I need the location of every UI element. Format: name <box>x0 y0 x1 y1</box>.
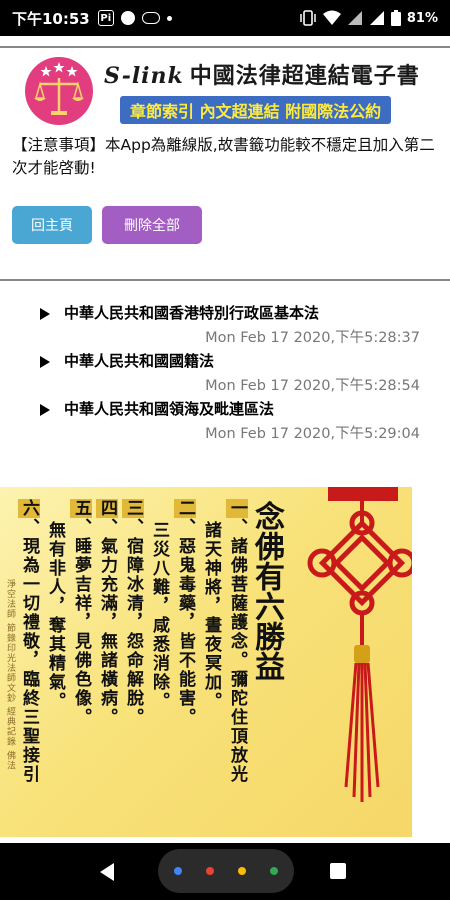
more-notifications-icon <box>166 15 172 21</box>
scales-of-justice-logo <box>25 57 93 125</box>
recent-apps-icon[interactable] <box>330 863 346 879</box>
scroll-line-number: 五 <box>70 499 92 518</box>
header-divider <box>0 46 450 48</box>
brand-title: 中國法律超連結電子書 <box>189 63 420 89</box>
vibrate-icon <box>300 10 316 26</box>
status-time: 下午10:53 <box>12 9 90 28</box>
home-pill[interactable] <box>158 849 294 893</box>
message-icon <box>141 12 160 24</box>
circle-notification-icon <box>120 11 135 25</box>
bullet-arrow-icon <box>40 404 50 416</box>
content-divider <box>0 279 450 281</box>
delete-all-button[interactable]: 刪除全部 <box>102 206 202 244</box>
bookmark-item[interactable]: 中華人民共和國國籍法 Mon Feb 17 2020,下午5:28:54 <box>0 348 450 396</box>
scroll-line: 五、睡夢吉祥，見佛色像。 <box>70 499 92 727</box>
scroll-line-number: 一 <box>226 499 248 518</box>
app-brand-title: S-link 中國法律超連結電子書 <box>104 58 420 90</box>
scroll-line: 二、惡鬼毒藥，皆不能害。 <box>174 499 196 727</box>
bookmark-title[interactable]: 中華人民共和國國籍法 <box>64 350 214 371</box>
scroll-line: 三災八難，咸悉消除。 <box>148 521 170 711</box>
bookmark-title[interactable]: 中華人民共和國領海及毗連區法 <box>64 398 274 419</box>
scroll-line-text: 、睡夢吉祥，見佛色像。 <box>71 518 91 727</box>
bookmark-item[interactable]: 中華人民共和國香港特別行政區基本法 Mon Feb 17 2020,下午5:28… <box>0 300 450 348</box>
assistant-yellow-dot-icon <box>238 867 246 875</box>
brand-prefix: S-link <box>104 63 184 89</box>
bookmark-timestamp: Mon Feb 17 2020,下午5:28:54 <box>205 378 420 394</box>
bookmark-timestamp: Mon Feb 17 2020,下午5:29:04 <box>205 426 420 442</box>
status-bar: 下午10:53 Pi 81% <box>0 0 450 36</box>
bookmark-item[interactable]: 中華人民共和國領海及毗連區法 Mon Feb 17 2020,下午5:29:04 <box>0 396 450 444</box>
system-nav-bar <box>0 843 450 900</box>
scroll-line-number: 四 <box>96 499 118 518</box>
scroll-line: 一、諸佛菩薩護念。彌陀住頂放光 <box>226 499 248 784</box>
scroll-line: 諸天神將，晝夜冥加。 <box>200 521 222 711</box>
scroll-line: 四、氣力充滿，無諸橫病。 <box>96 499 118 727</box>
signal-2-icon <box>369 11 384 25</box>
app-banner: S-link 中國法律超連結電子書 章節索引 內文超連結 附國際法公約 <box>8 52 442 128</box>
scroll-line: 三、宿障冰清，怨命解脫。 <box>122 499 144 727</box>
scroll-line-number: 三 <box>122 499 144 518</box>
scroll-line: 六、現為一切禮敬，臨終三聖接引 <box>18 499 40 784</box>
scroll-line-text: 、宿障冰清，怨命解脫。 <box>123 518 143 727</box>
notice-text: 【注意事項】本App為離線版,故書籤功能較不穩定且加入第二次才能啓動! <box>12 136 435 177</box>
scroll-line: 無有非人，奪其精氣。 <box>44 521 66 711</box>
bookmark-timestamp: Mon Feb 17 2020,下午5:28:37 <box>205 330 420 346</box>
scroll-line-text: 無有非人，奪其精氣。 <box>45 521 65 711</box>
buddhist-scroll-image: 念佛有六勝益 一、諸佛菩薩護念。彌陀住頂放光 諸天神將，晝夜冥加。 二、惡鬼毒藥… <box>0 487 412 837</box>
bookmark-title[interactable]: 中華人民共和國香港特別行政區基本法 <box>64 302 319 323</box>
scroll-line-text: 、諸佛菩薩護念。彌陀住頂放光 <box>227 518 247 784</box>
bullet-arrow-icon <box>40 308 50 320</box>
assistant-blue-dot-icon <box>174 867 182 875</box>
wifi-icon <box>322 10 341 25</box>
scroll-title: 念佛有六勝益 <box>249 501 284 681</box>
scroll-line-text: 諸天神將，晝夜冥加。 <box>201 521 221 711</box>
battery-percent: 81% <box>406 10 438 26</box>
battery-icon <box>390 10 401 26</box>
assistant-red-dot-icon <box>206 867 214 875</box>
assistant-green-dot-icon <box>270 867 278 875</box>
scroll-line-number: 六 <box>18 499 40 518</box>
home-button[interactable]: 回主頁 <box>12 206 92 244</box>
scroll-line-text: 、現為一切禮敬，臨終三聖接引 <box>19 518 39 784</box>
chinese-knot-icon <box>307 487 412 802</box>
scroll-line-text: 、惡鬼毒藥，皆不能害。 <box>175 518 195 727</box>
pi-app-icon: Pi <box>97 10 114 26</box>
scroll-line-text: 、氣力充滿，無諸橫病。 <box>97 518 117 727</box>
app-slogan: 章節索引 內文超連結 附國際法公約 <box>120 96 392 124</box>
scroll-line-text: 三災八難，咸悉消除。 <box>149 521 169 711</box>
scroll-line-number: 二 <box>174 499 196 518</box>
back-icon[interactable] <box>100 863 114 881</box>
signal-icon <box>347 11 362 25</box>
bookmark-list: 中華人民共和國香港特別行政區基本法 Mon Feb 17 2020,下午5:28… <box>0 300 450 444</box>
bullet-arrow-icon <box>40 356 50 368</box>
scroll-credit: 淨空法師 節錄印光法師文鈔 經典記錄 佛法 <box>5 579 15 771</box>
